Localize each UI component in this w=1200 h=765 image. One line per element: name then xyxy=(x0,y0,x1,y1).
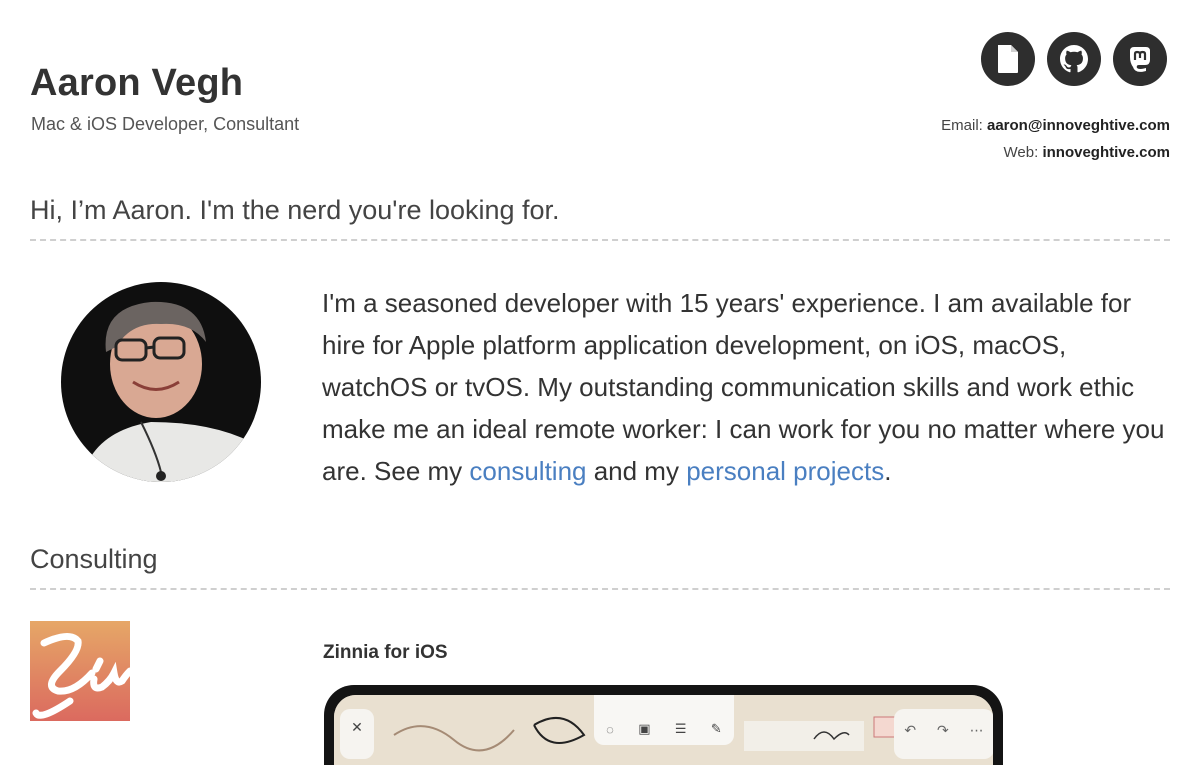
intro-heading: Hi, I’m Aaron. I'm the nerd you're looki… xyxy=(30,195,560,225)
site-header: Aaron Vegh Mac & iOS Developer, Consulta… xyxy=(0,0,1200,170)
redo-icon[interactable]: ↷ xyxy=(937,722,949,739)
document-icon xyxy=(998,45,1018,73)
divider xyxy=(30,588,1170,590)
app-canvas: ✕ ◌ ▣ ☰ ✎ ↶ ↷ ⋯ xyxy=(334,695,993,765)
close-icon[interactable]: ✕ xyxy=(351,719,363,759)
resume-link[interactable] xyxy=(981,32,1035,86)
contact-info: Email: aaron@innoveghtive.com Web: innov… xyxy=(941,112,1170,166)
text-icon[interactable]: ☰ xyxy=(675,721,687,737)
avatar xyxy=(61,282,261,482)
site-subtitle: Mac & iOS Developer, Consultant xyxy=(31,114,300,134)
personal-projects-link[interactable]: personal projects xyxy=(686,456,884,486)
zinnia-logo[interactable] xyxy=(30,621,130,721)
consulting-link[interactable]: consulting xyxy=(469,456,586,486)
web-link[interactable]: innoveghtive.com xyxy=(1042,144,1170,161)
web-line: Web: innoveghtive.com xyxy=(941,139,1170,166)
divider xyxy=(30,239,1170,241)
web-label: Web: xyxy=(1003,144,1039,161)
email-line: Email: aaron@innoveghtive.com xyxy=(941,112,1170,139)
more-icon[interactable]: ⋯ xyxy=(970,722,984,739)
consulting-heading: Consulting xyxy=(30,544,158,574)
intro-text-end: . xyxy=(884,456,892,486)
social-icons xyxy=(981,32,1167,86)
intro-paragraph: I'm a seasoned developer with 15 years' … xyxy=(322,282,1172,492)
brush-icon[interactable]: ✎ xyxy=(711,721,722,737)
mastodon-link[interactable] xyxy=(1113,32,1167,86)
zinnia-logo-image xyxy=(30,621,130,721)
tools-toolbar: ◌ ▣ ☰ ✎ xyxy=(594,695,734,745)
lasso-icon[interactable]: ◌ xyxy=(606,722,614,737)
mastodon-icon xyxy=(1130,47,1150,72)
close-toolbar: ✕ xyxy=(340,709,374,759)
undo-icon[interactable]: ↶ xyxy=(904,722,916,739)
email-label: Email: xyxy=(941,117,983,134)
email-link[interactable]: aaron@innoveghtive.com xyxy=(987,117,1170,134)
image-icon[interactable]: ▣ xyxy=(638,721,650,737)
intro-text-middle: and my xyxy=(586,456,687,486)
history-toolbar: ↶ ↷ ⋯ xyxy=(894,709,993,759)
app-title: Zinnia for iOS xyxy=(323,642,448,663)
site-name: Aaron Vegh xyxy=(30,62,244,104)
github-icon xyxy=(1060,45,1088,73)
ipad-screenshot: ✕ ◌ ▣ ☰ ✎ ↶ ↷ ⋯ xyxy=(324,685,1003,765)
portrait-image xyxy=(61,282,261,482)
github-link[interactable] xyxy=(1047,32,1101,86)
